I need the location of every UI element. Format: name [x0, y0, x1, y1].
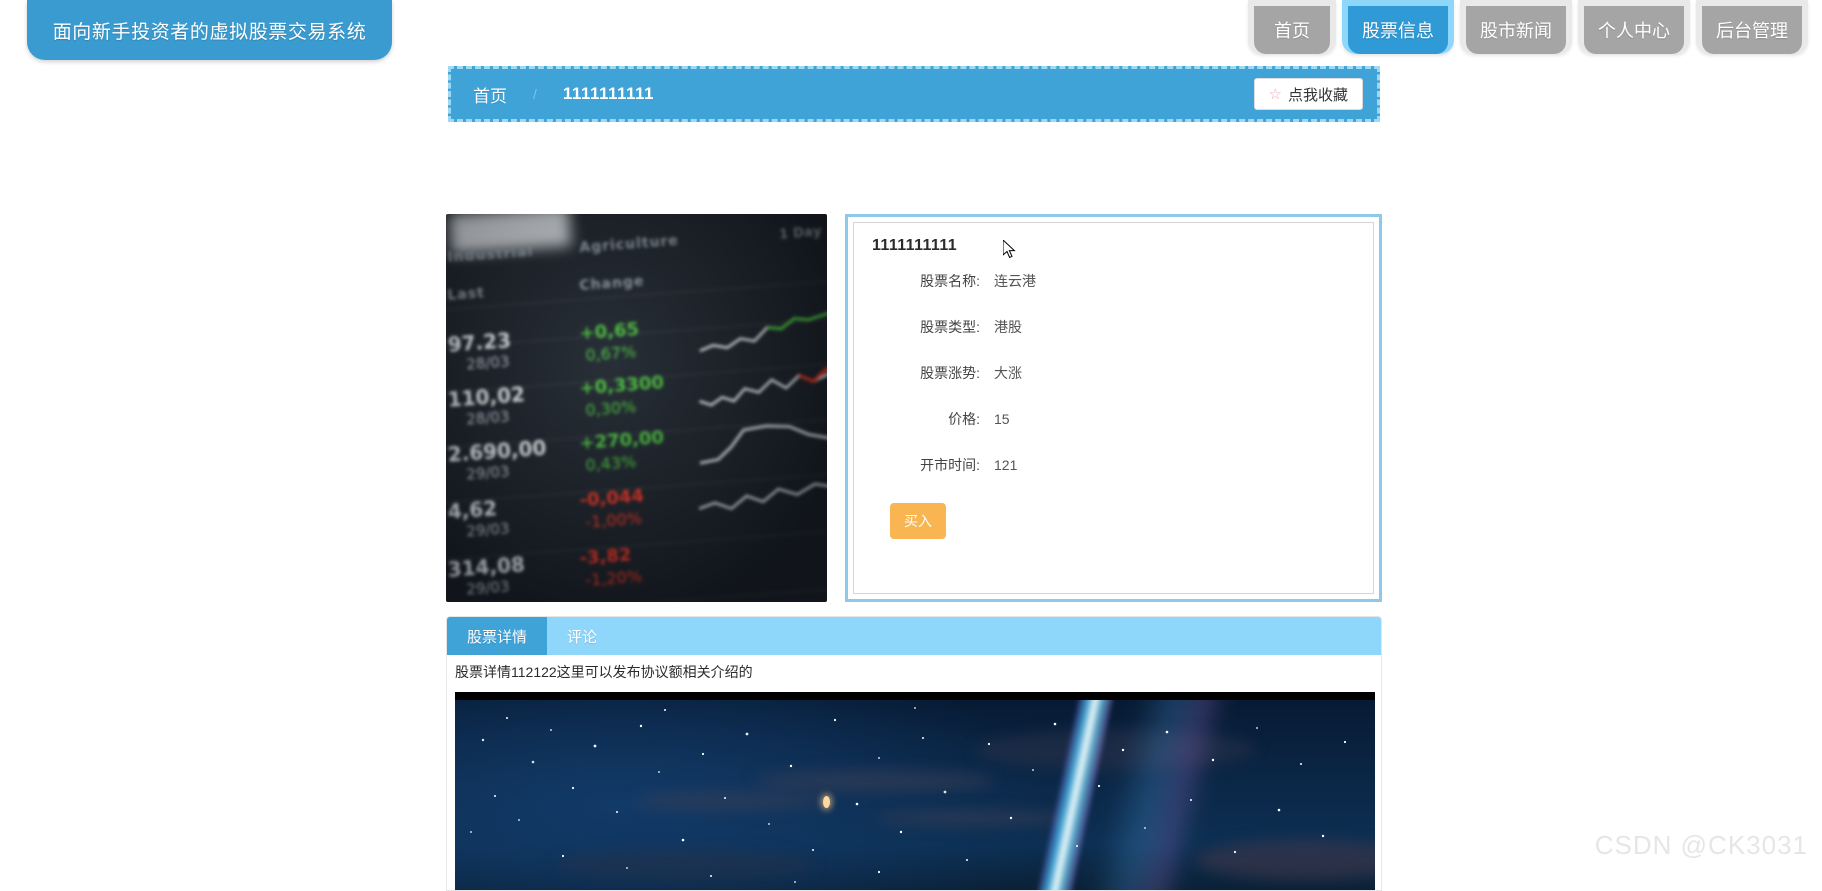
sparkline-3	[698, 482, 827, 511]
ticker-last-3: 4,62	[447, 496, 499, 524]
field-label-stock-trend: 股票涨势:	[920, 365, 980, 381]
field-value-stock-name: 连云港	[994, 273, 1036, 289]
stock-detail-title: 1111111111	[872, 237, 958, 254]
field-row-open-time: 开市时间: 121	[872, 455, 1355, 475]
ticker-date-3: 29/03	[465, 519, 511, 541]
star-icon: ☆	[1268, 85, 1282, 103]
tab-strip: 股票详情 评论	[447, 617, 1381, 655]
night-sky-image	[455, 692, 1375, 890]
field-row-price: 价格: 15	[872, 409, 1355, 429]
csdn-watermark: CSDN @CK3031	[1594, 830, 1808, 860]
breadcrumb-separator: /	[533, 86, 537, 102]
ticker-pct-1: 0,30%	[584, 397, 637, 420]
field-label-price: 价格:	[948, 411, 980, 427]
ticker-last-4: 314,08	[447, 552, 526, 582]
sparkline-2	[699, 424, 827, 465]
tab-stock-detail[interactable]: 股票详情	[447, 617, 548, 655]
ticker-pct-3: -1,00%	[584, 508, 643, 532]
ticker-date-4: 29/03	[465, 577, 511, 599]
nav-item-admin[interactable]: 后台管理	[1702, 6, 1802, 54]
nav-item-stock-news[interactable]: 股市新闻	[1466, 6, 1566, 54]
breadcrumb: 首页 / 1111111111	[473, 82, 654, 107]
stock-photo: Industrial Agriculture 1 Day Last Change…	[446, 214, 827, 602]
ticker-header-last: Last	[447, 285, 486, 304]
stock-detail-card-inner: 1111111111 股票名称: 连云港 股票类型: 港股 股票涨势: 大涨 价…	[853, 222, 1374, 594]
field-label-open-time: 开市时间:	[920, 457, 980, 473]
ticker-date-0: 28/03	[465, 352, 511, 374]
ticker-header-1day: 1 Day	[779, 222, 823, 242]
nav-item-home[interactable]: 首页	[1254, 6, 1330, 54]
breadcrumb-current: 1111111111	[562, 84, 654, 103]
brand-plate: 面向新手投资者的虚拟股票交易系统	[27, 0, 392, 60]
starfield	[470, 707, 1347, 883]
favorite-button-label: 点我收藏	[1287, 86, 1348, 104]
nav-wrap-admin[interactable]: 后台管理	[1696, 0, 1808, 54]
breadcrumb-home-link[interactable]: 首页	[473, 82, 507, 107]
ticker-change-0: +0,65	[578, 318, 640, 345]
favorite-button[interactable]: ☆ 点我收藏	[1253, 78, 1363, 110]
tab-comments[interactable]: 评论	[547, 617, 617, 655]
field-value-price: 15	[994, 411, 1010, 427]
ticker-pct-4: -1,20%	[584, 566, 643, 590]
stock-detail-card: 1111111111 股票名称: 连云港 股票类型: 港股 股票涨势: 大涨 价…	[845, 214, 1382, 602]
ticker-header-agriculture: Agriculture	[578, 232, 680, 257]
ticker-change-4: -3,82	[578, 544, 633, 570]
main-navigation: 首页 股票信息 股市新闻 个人中心 后台管理	[1248, 0, 1808, 64]
night-sky-inner	[455, 700, 1375, 890]
nav-wrap-home[interactable]: 首页	[1248, 0, 1336, 54]
nav-wrap-stock-news[interactable]: 股市新闻	[1460, 0, 1572, 54]
nav-item-user-center[interactable]: 个人中心	[1584, 6, 1684, 54]
field-value-stock-trend: 大涨	[994, 365, 1022, 381]
sparkline-0	[699, 309, 827, 353]
ticker-pct-0: 0,67%	[584, 342, 637, 365]
site-header: 面向新手投资者的虚拟股票交易系统 首页 股票信息 股市新闻 个人中心 后台管理	[0, 0, 1822, 68]
field-row-stock-name: 股票名称: 连云港	[872, 271, 1355, 291]
nav-wrap-user-center[interactable]: 个人中心	[1578, 0, 1690, 54]
tabs-panel: 股票详情 评论 股票详情112122这里可以发布协议额相关介绍的	[446, 616, 1382, 891]
breadcrumb-bar: 首页 / 1111111111 ☆ 点我收藏	[448, 66, 1380, 122]
nav-wrap-stock-info[interactable]: 股票信息	[1342, 0, 1454, 54]
field-row-stock-type: 股票类型: 港股	[872, 317, 1355, 337]
tab-content-text: 股票详情112122这里可以发布协议额相关介绍的	[455, 664, 753, 680]
ticker-date-1: 28/03	[465, 407, 511, 429]
ticker-change-3: -0,044	[578, 485, 645, 512]
field-label-stock-type: 股票类型:	[920, 319, 980, 335]
ticker-header-change: Change	[578, 273, 646, 295]
field-row-stock-trend: 股票涨势: 大涨	[872, 363, 1355, 383]
sparkline-1	[699, 366, 827, 407]
ticker-pct-2: 0,43%	[584, 452, 637, 475]
field-value-stock-type: 港股	[994, 319, 1022, 335]
nav-item-stock-info[interactable]: 股票信息	[1348, 6, 1448, 54]
buy-button[interactable]: 买入	[890, 503, 946, 539]
detail-row: Industrial Agriculture 1 Day Last Change…	[446, 150, 1382, 602]
field-label-stock-name: 股票名称:	[920, 273, 980, 289]
field-value-open-time: 121	[994, 457, 1018, 473]
page-body: 首页 / 1111111111 ☆ 点我收藏 Industrial Agricu…	[0, 66, 1822, 891]
site-title: 面向新手投资者的虚拟股票交易系统	[52, 21, 367, 43]
ticker-date-2: 29/03	[465, 462, 511, 484]
ticker-last-1: 110,02	[447, 382, 526, 412]
